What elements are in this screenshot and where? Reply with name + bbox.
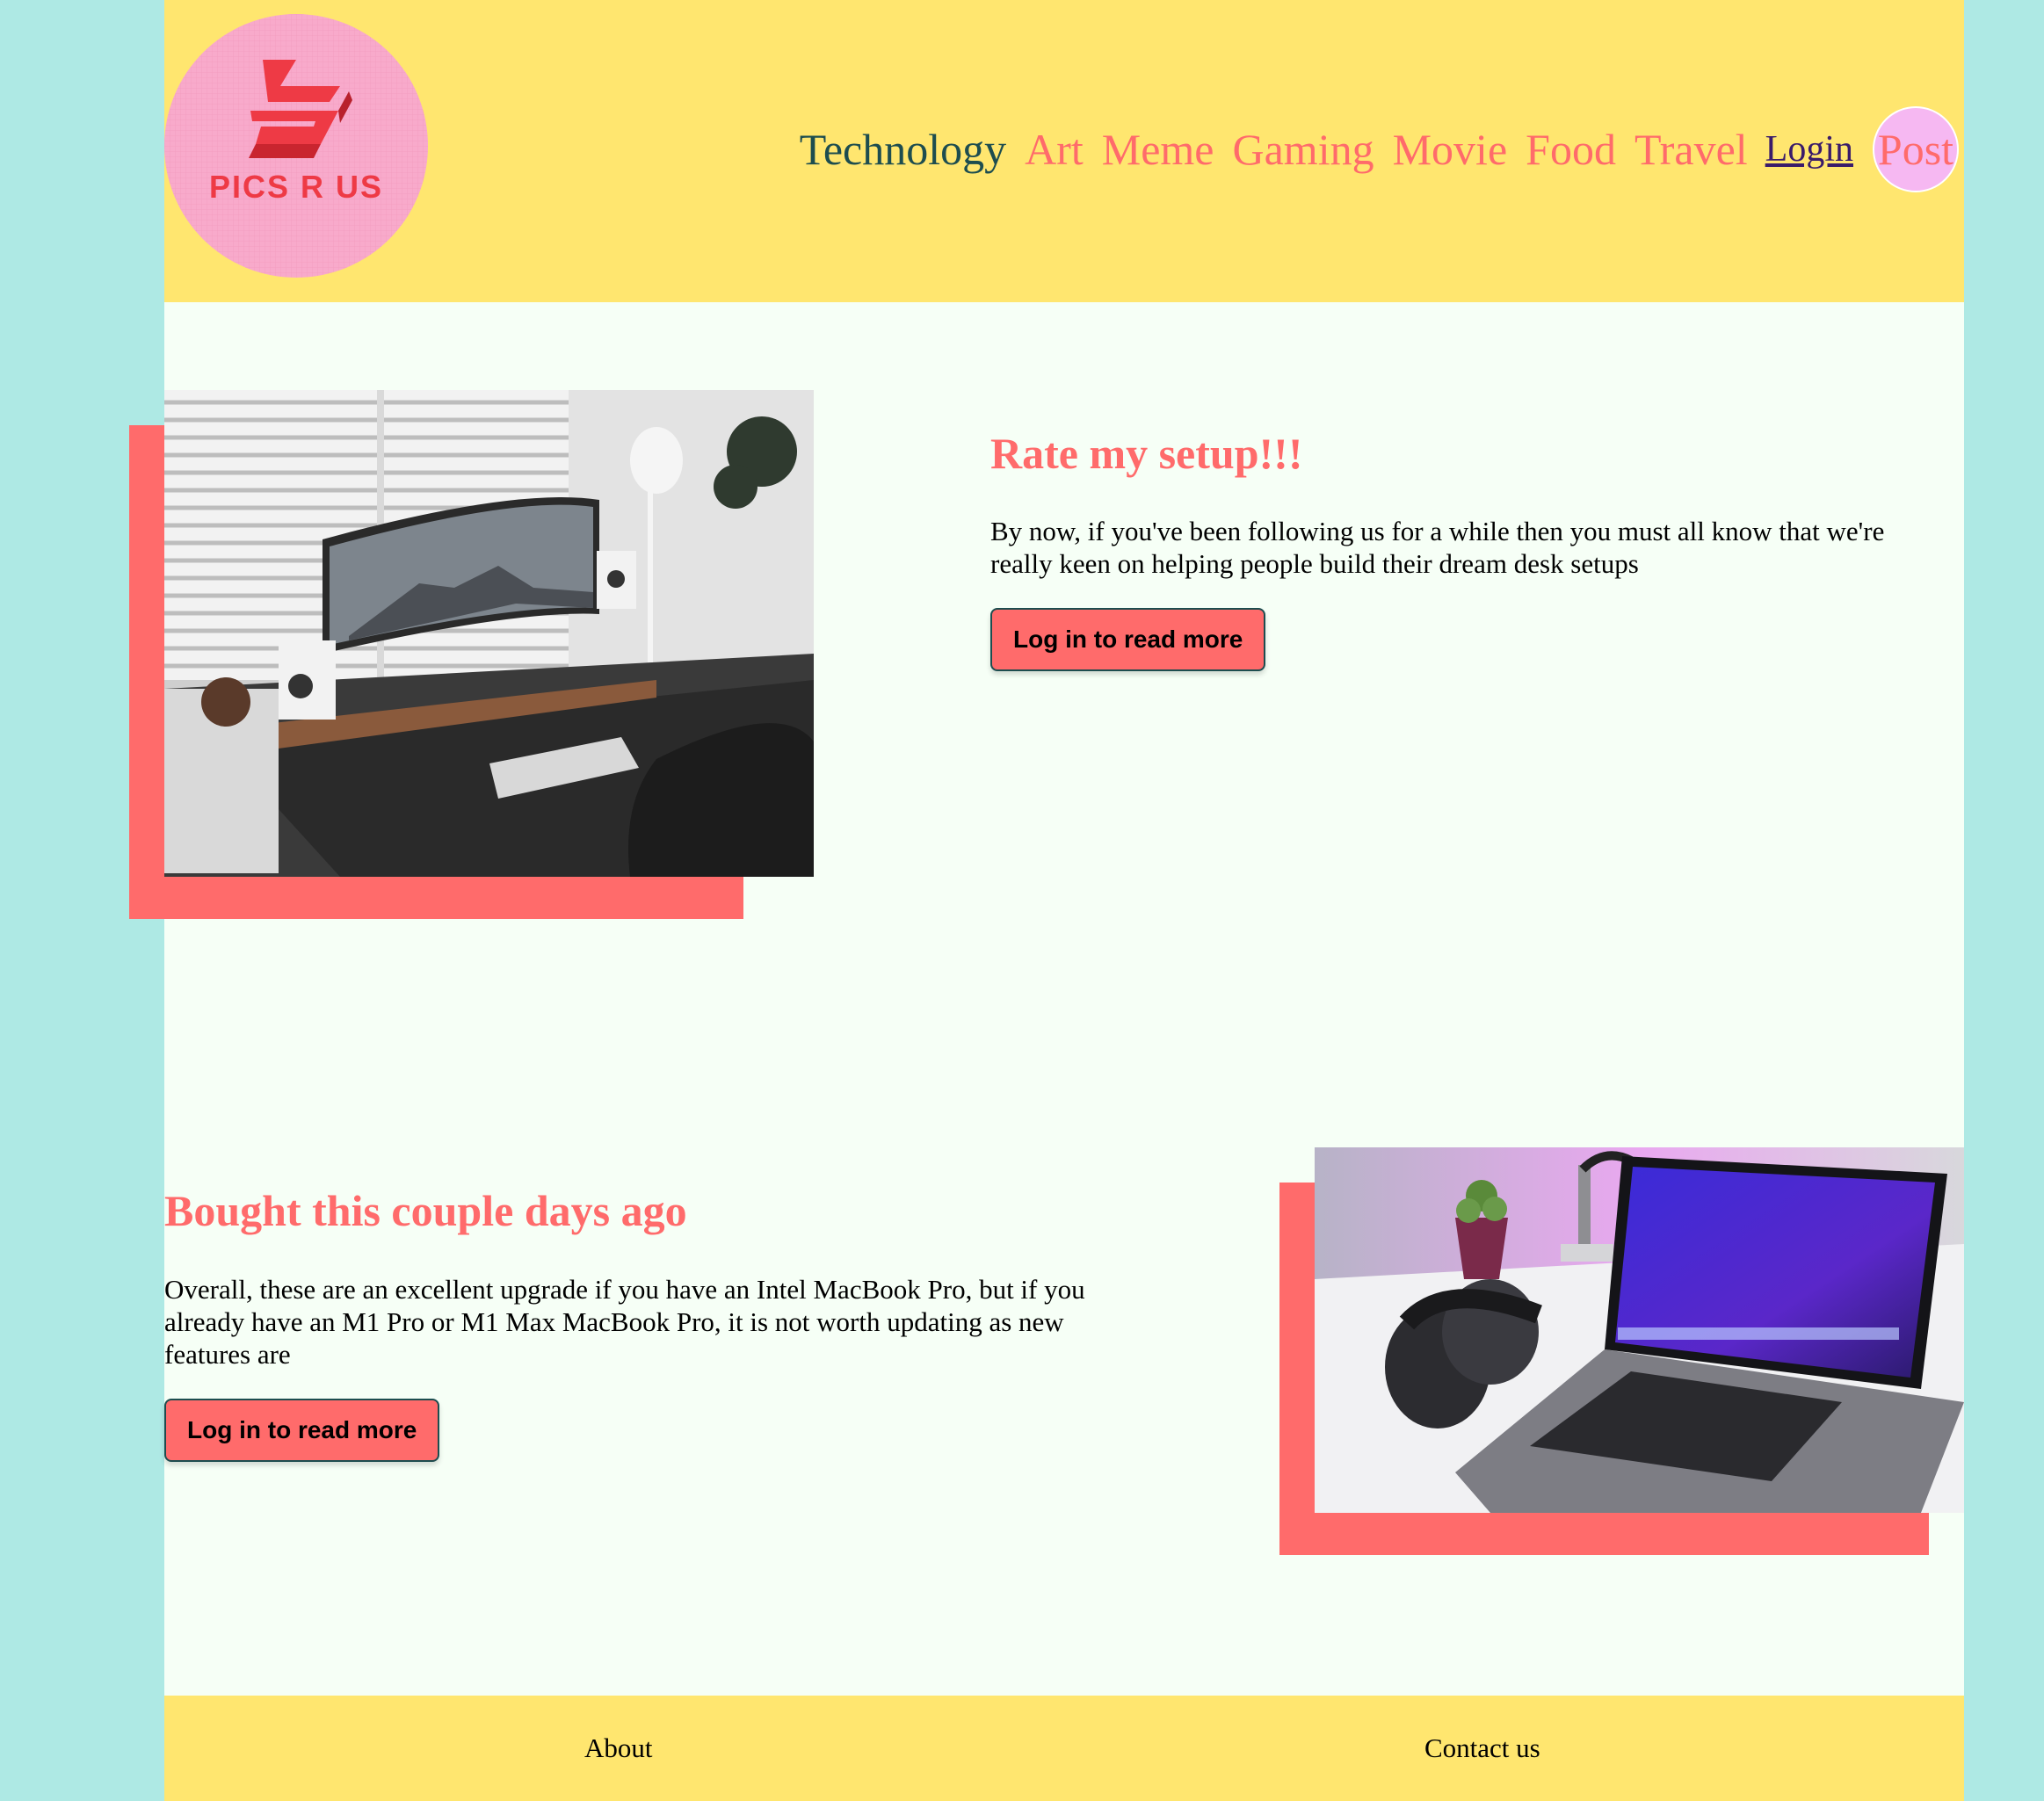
post-1-image xyxy=(164,390,814,877)
post-2-read-more-button[interactable]: Log in to read more xyxy=(164,1399,440,1462)
nav-food[interactable]: Food xyxy=(1526,124,1616,175)
post-1-title: Rate my setup!!! xyxy=(990,429,1303,478)
login-link[interactable]: Login xyxy=(1765,128,1853,170)
page: PICS R US Technology Art Meme Gaming Mov… xyxy=(129,0,1964,1801)
site-header: PICS R US Technology Art Meme Gaming Mov… xyxy=(164,0,1964,302)
post-2-text: Overall, these are an excellent upgrade … xyxy=(164,1274,1085,1370)
desk-setup-photo xyxy=(164,390,814,877)
macbook-airpods-photo xyxy=(1315,1147,1964,1513)
nav-art[interactable]: Art xyxy=(1025,124,1084,175)
main-nav: Technology Art Meme Gaming Movie Food Tr… xyxy=(781,104,1959,195)
logo-mark-icon xyxy=(164,14,428,278)
site-logo[interactable]: PICS R US xyxy=(164,14,428,278)
post-2-title: Bought this couple days ago xyxy=(164,1186,687,1235)
site-footer: About Contact us xyxy=(164,1696,1964,1801)
nav-travel[interactable]: Travel xyxy=(1634,124,1748,175)
logo-text: PICS R US xyxy=(208,169,384,205)
nav-meme[interactable]: Meme xyxy=(1102,124,1214,175)
footer-about-link[interactable]: About xyxy=(584,1732,653,1764)
post-2-image xyxy=(1315,1147,1964,1513)
post-1-read-more-button[interactable]: Log in to read more xyxy=(990,608,1266,671)
footer-contact-link[interactable]: Contact us xyxy=(1424,1732,1540,1764)
nav-movie[interactable]: Movie xyxy=(1393,124,1508,175)
post-button[interactable]: Post xyxy=(1873,106,1959,192)
nav-technology[interactable]: Technology xyxy=(800,124,1006,175)
post-1-text: By now, if you've been following us for … xyxy=(990,516,1885,579)
nav-gaming[interactable]: Gaming xyxy=(1233,124,1374,175)
